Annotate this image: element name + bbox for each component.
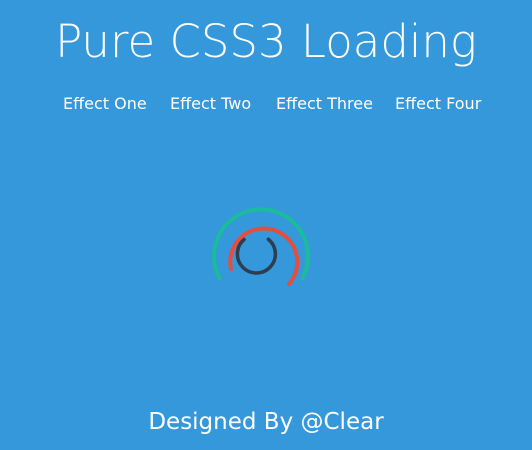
footer-credit: Designed By @Clear — [148, 409, 384, 435]
spinner-inner-arc — [235, 237, 278, 275]
nav-link-effect-four[interactable]: Effect Four — [395, 94, 481, 114]
nav-link-effect-three[interactable]: Effect Three — [276, 94, 373, 114]
loading-spinner — [209, 203, 313, 291]
spinner-middle-arc — [228, 226, 300, 286]
effect-nav: Effect One Effect Two Effect Three Effec… — [0, 94, 532, 114]
nav-link-effect-one[interactable]: Effect One — [63, 94, 147, 114]
spinner-graphic — [212, 207, 310, 286]
nav-link-effect-two[interactable]: Effect Two — [170, 94, 251, 114]
page-title: Pure CSS3 Loading — [55, 15, 477, 68]
